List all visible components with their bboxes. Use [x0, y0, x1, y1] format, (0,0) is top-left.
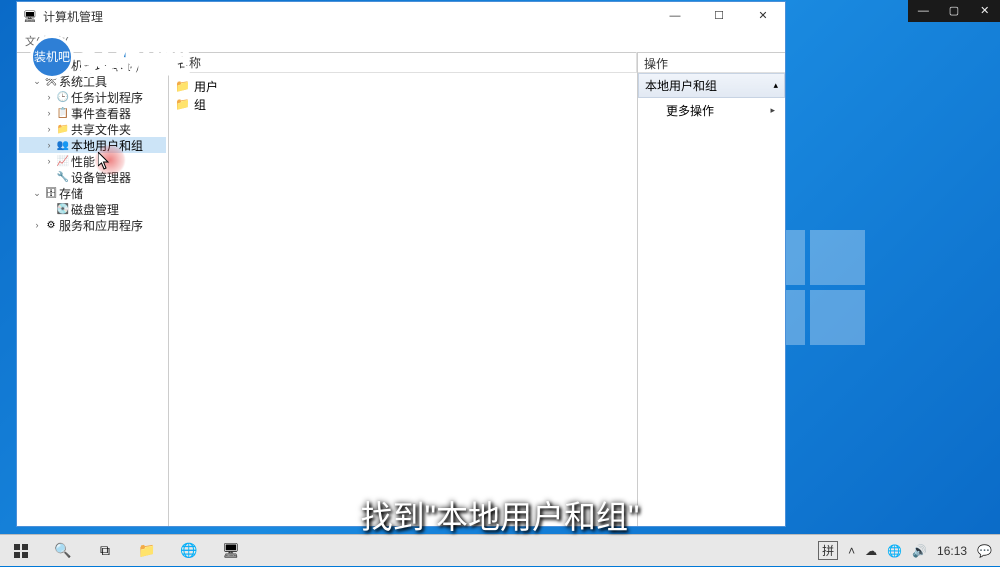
action-center-icon[interactable]: 💬 [977, 544, 992, 558]
tree-task-scheduler[interactable]: › 任务计划程序 [19, 89, 166, 105]
content-column-header[interactable]: 名称 [169, 53, 637, 73]
list-item[interactable]: 📁 用户 [175, 77, 631, 95]
actions-more[interactable]: 更多操作 ▸ [638, 98, 785, 123]
windows-start-icon [14, 544, 28, 558]
search-button[interactable]: 🔍 [42, 535, 84, 567]
search-icon: 🔍 [54, 542, 71, 559]
task-view-button[interactable]: ⧉ [84, 535, 126, 567]
collapse-icon: ▴ [773, 80, 778, 91]
app-icon: 🖥 [222, 542, 240, 559]
clock-icon [55, 92, 71, 103]
onedrive-icon[interactable]: ☁ [865, 544, 877, 558]
clock[interactable]: 16:13 [937, 544, 967, 558]
volume-icon[interactable]: 🔊 [912, 544, 927, 558]
tree-storage[interactable]: ⌄ 存储 [19, 185, 166, 201]
taskbar[interactable]: 🔍 ⧉ 📁 🌐 🖥 拼 ˄ ☁ 🌐 🔊 16:13 💬 [0, 534, 1000, 566]
users-icon [55, 140, 71, 151]
bg-minimize-button[interactable]: — [908, 0, 939, 22]
close-button[interactable]: ✕ [741, 2, 785, 30]
tree-local-users-groups[interactable]: › 本地用户和组 [19, 137, 166, 153]
service-icon [43, 220, 59, 231]
list-item[interactable]: 📁 组 [175, 95, 631, 113]
file-explorer-button[interactable]: 📁 [126, 535, 168, 567]
folder-icon: 📁 [175, 97, 190, 111]
storage-icon [43, 188, 59, 199]
system-tray[interactable]: 拼 ˄ ☁ 🌐 🔊 16:13 💬 [810, 541, 1000, 560]
tree-shared-folders[interactable]: › 共享文件夹 [19, 121, 166, 137]
chevron-right-icon: ▸ [770, 105, 775, 116]
chrome-icon: 🌐 [180, 542, 197, 559]
maximize-button[interactable]: ☐ [697, 2, 741, 30]
column-name[interactable]: 名称 [169, 52, 637, 73]
actions-panel: 操作 本地用户和组 ▴ 更多操作 ▸ [638, 53, 785, 526]
disk-icon [55, 204, 71, 215]
event-icon [55, 108, 71, 119]
app-icon: 🖥 [23, 10, 37, 23]
watermark-text: 装机吧 [80, 29, 188, 84]
device-icon [55, 172, 71, 183]
tree-services-apps[interactable]: › 服务和应用程序 [19, 217, 166, 233]
window-title: 计算机管理 [43, 8, 653, 25]
performance-icon [55, 156, 71, 167]
folder-icon: 📁 [138, 542, 155, 559]
task-view-icon: ⧉ [100, 542, 110, 559]
share-icon [55, 124, 71, 135]
bg-maximize-button[interactable]: ▢ [939, 0, 970, 22]
desktop: — ▢ ✕ 🖥 计算机管理 — ☐ ✕ 文( 操作( 计算机管理(本地) ⌄ [0, 0, 1000, 566]
tree-event-viewer[interactable]: › 事件查看器 [19, 105, 166, 121]
actions-section[interactable]: 本地用户和组 ▴ [638, 73, 785, 98]
content-panel: 名称 📁 用户 📁 组 [169, 53, 638, 526]
actions-header: 操作 [638, 53, 785, 73]
watermark-badge: 装机吧 [30, 35, 74, 79]
start-button[interactable] [0, 535, 42, 567]
bg-close-button[interactable]: ✕ [969, 0, 1000, 22]
tree-performance[interactable]: › 性能 [19, 153, 166, 169]
window-titlebar[interactable]: 🖥 计算机管理 — ☐ ✕ [17, 2, 785, 30]
network-icon[interactable]: 🌐 [887, 544, 902, 558]
chrome-button[interactable]: 🌐 [168, 535, 210, 567]
computer-management-taskbar[interactable]: 🖥 [210, 535, 252, 567]
minimize-button[interactable]: — [653, 2, 697, 30]
background-window-controls: — ▢ ✕ [908, 0, 1000, 22]
watermark-logo: 装机吧 装机吧 [30, 29, 188, 84]
ime-indicator[interactable]: 拼 [818, 541, 838, 560]
navigation-tree[interactable]: 计算机管理(本地) ⌄ 系统工具 › 任务计划程序 › 事件查看器 › 共享文件… [17, 53, 169, 526]
tree-disk-management[interactable]: 磁盘管理 [19, 201, 166, 217]
tree-device-manager[interactable]: 设备管理器 [19, 169, 166, 185]
content-body[interactable]: 📁 用户 📁 组 [169, 73, 637, 526]
tray-chevron-icon[interactable]: ˄ [848, 544, 855, 558]
